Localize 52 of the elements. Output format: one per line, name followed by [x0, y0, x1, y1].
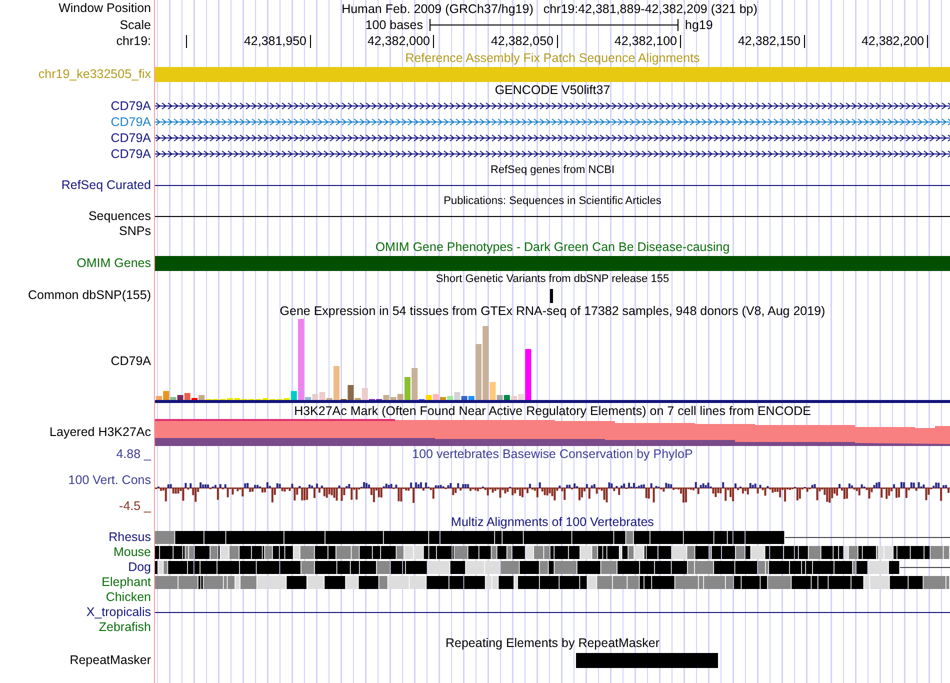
track-title: Multiz Alignments of 100 Vertebrates: [451, 514, 654, 530]
row-label: chr19:: [116, 34, 151, 49]
axis-min-label: -4.5 _: [119, 499, 151, 514]
track-label[interactable]: Zebrafish: [98, 620, 151, 635]
tick-label: 42,382,150: [738, 34, 802, 48]
tick-mark: [680, 35, 681, 48]
track-label[interactable]: X_tropicalis: [86, 605, 151, 620]
track-title: H3K27Ac Mark (Often Found Near Active Regulatory Elements) on 7 cell lines from ENCODE: [294, 404, 811, 418]
track-label[interactable]: Dog: [128, 560, 151, 575]
tick-mark: [186, 35, 187, 48]
track-title: Short Genetic Variants from dbSNP release 155: [436, 272, 670, 286]
track-label[interactable]: Elephant: [102, 575, 151, 590]
track-label[interactable]: Mouse: [113, 545, 151, 560]
track-label[interactable]: Sequences: [88, 209, 151, 224]
track-title: OMIM Gene Phenotypes - Dark Green Can Be Disease-causing: [375, 240, 730, 254]
tick-label: 42,381,950: [244, 34, 308, 48]
track-title: 100 vertebrates Basewise Conservation by PhyloP: [412, 446, 693, 462]
position-text: chr19:42,381,889-42,382,209 (321 bp): [543, 2, 758, 16]
track-label[interactable]: Rhesus: [108, 530, 151, 545]
track-label[interactable]: CD79A: [110, 354, 151, 368]
track-label[interactable]: Chicken: [106, 590, 151, 605]
tick-label: 42,382,000: [367, 34, 431, 48]
tick-mark: [433, 35, 434, 48]
variant-mark: [550, 289, 553, 303]
track-label[interactable]: CD79A: [110, 146, 151, 162]
track-title: Publications: Sequences in Scientific Articles: [444, 194, 662, 208]
row-label: Scale: [120, 18, 151, 32]
track-label[interactable]: RepeatMasker: [70, 652, 151, 668]
track-title: Gene Expression in 54 tissues from GTEx RNA-seq of 17382 samples, 948 donors (V8, Aug 2019): [280, 304, 826, 318]
track-label[interactable]: OMIM Genes: [76, 256, 151, 270]
track-title: Reference Assembly Fix Patch Sequence Alignments: [405, 50, 700, 66]
track-label[interactable]: SNPs: [119, 224, 151, 239]
track-label[interactable]: CD79A: [110, 114, 151, 130]
tick-label: 42,382,200: [861, 34, 925, 48]
scale-text: 100 bases: [365, 18, 423, 32]
axis-max-label: 4.88 _: [116, 447, 151, 462]
track-label[interactable]: Layered H3K27Ac: [50, 425, 151, 440]
tick-mark: [556, 35, 558, 48]
row-label: Window Position: [58, 1, 151, 16]
track-title: GENCODE V50lift37: [494, 82, 610, 98]
track-label[interactable]: 100 Vert. Cons: [68, 473, 151, 488]
scale-assembly: hg19: [685, 18, 713, 32]
track-label[interactable]: RefSeq Curated: [61, 178, 151, 193]
track-label[interactable]: Common dbSNP(155): [28, 288, 151, 302]
tick-label: 42,382,050: [490, 34, 554, 48]
tick-label: 42,382,100: [614, 34, 678, 48]
track-label[interactable]: CD79A: [110, 130, 151, 146]
track-title: RefSeq genes from NCBI: [490, 162, 615, 178]
track-title: Repeating Elements by RepeatMasker: [445, 636, 660, 650]
track-label[interactable]: CD79A: [110, 98, 151, 114]
tick-mark: [927, 35, 928, 48]
assembly-name: Human Feb. 2009 (GRCh37/hg19): [342, 2, 534, 16]
